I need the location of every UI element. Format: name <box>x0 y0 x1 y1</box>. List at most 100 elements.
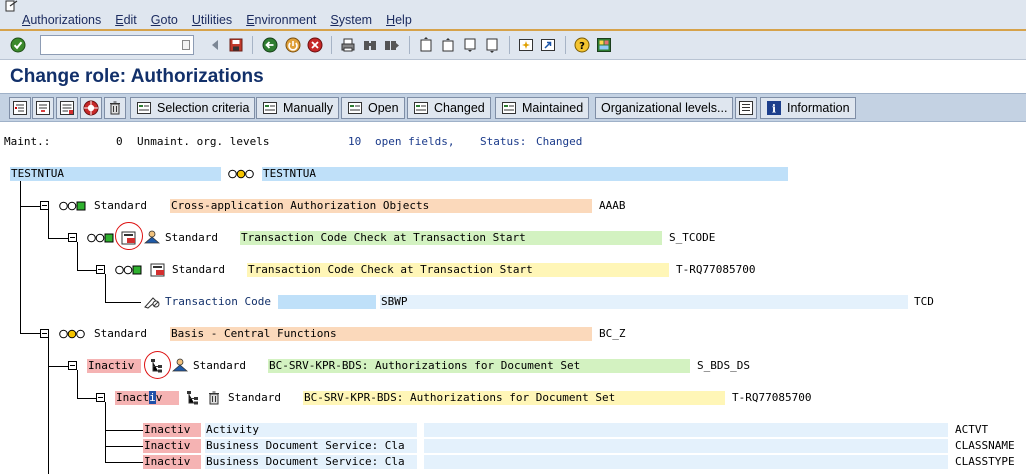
check-button[interactable] <box>56 97 78 119</box>
save-icon[interactable] <box>228 37 244 53</box>
field-value[interactable] <box>424 439 948 453</box>
inactive-status: Inactiv <box>87 359 141 373</box>
menu-utilities[interactable]: Utilities <box>192 13 232 27</box>
exit-icon[interactable] <box>285 37 301 53</box>
tree-line <box>105 402 106 462</box>
org-levels-label: Organizational levels... <box>601 101 728 115</box>
field-value[interactable] <box>424 455 948 469</box>
standard-toolbar: ? <box>0 31 1026 60</box>
next-page-icon[interactable] <box>462 37 478 53</box>
prev-page-icon[interactable] <box>440 37 456 53</box>
new-session-icon[interactable] <box>518 37 534 53</box>
open-label: Open <box>368 101 399 115</box>
field-code: CLASSTYPE <box>955 455 1015 468</box>
tree-line <box>20 206 40 207</box>
command-field[interactable] <box>40 35 194 55</box>
field-label: Business Document Service: Cla <box>205 455 417 469</box>
collapse-node-icon[interactable] <box>96 393 105 402</box>
maint-label: Maint.: <box>4 135 51 148</box>
highlight-circle <box>115 222 143 250</box>
traffic-light-icon <box>228 169 254 179</box>
menu-goto[interactable]: Goto <box>151 13 178 27</box>
collapse-node-icon[interactable] <box>96 265 105 274</box>
person-icon[interactable] <box>172 358 188 372</box>
sap-menu-icon[interactable] <box>5 0 19 12</box>
open-icon <box>348 102 362 114</box>
tree-line <box>20 333 40 334</box>
report-icon <box>60 101 74 115</box>
object-class-text: Basis - Central Functions <box>170 327 592 341</box>
find-next-icon[interactable] <box>384 37 400 53</box>
inactive-status: Inactiv <box>143 455 201 469</box>
toolbar-separator <box>409 36 410 54</box>
changed-button[interactable]: Changed <box>407 97 491 119</box>
print-icon[interactable] <box>340 37 356 53</box>
open-button[interactable]: Open <box>341 97 405 119</box>
maint-count: 0 <box>116 135 123 148</box>
collapse-node-icon[interactable] <box>40 329 49 338</box>
expand-all-button[interactable] <box>9 97 31 119</box>
legend-button[interactable] <box>735 97 757 119</box>
cancel-icon[interactable] <box>307 37 323 53</box>
maintained-button[interactable]: Maintained <box>495 97 590 119</box>
back-icon[interactable] <box>262 37 278 53</box>
back-nav-icon[interactable] <box>207 37 223 53</box>
inactive-status: Inactiv <box>143 423 201 437</box>
legend-icon <box>739 101 753 115</box>
collapse-node-icon[interactable] <box>68 361 77 370</box>
delete-button[interactable] <box>104 97 126 119</box>
role-name[interactable]: TESTNTUA <box>10 167 221 181</box>
tree-line <box>48 366 68 367</box>
selection-criteria-button[interactable]: Selection criteria <box>130 97 256 119</box>
layout-icon[interactable] <box>596 37 612 53</box>
field-label: Transaction Code <box>165 295 271 308</box>
enter-icon[interactable] <box>10 37 26 53</box>
first-page-icon[interactable] <box>418 37 434 53</box>
trash-icon[interactable] <box>207 390 221 405</box>
expand-tree-icon <box>13 101 27 115</box>
hierarchy-icon[interactable] <box>185 390 201 406</box>
collapse-node-icon[interactable] <box>40 201 49 210</box>
field-value[interactable]: SBWP <box>380 295 908 309</box>
manually-icon <box>263 102 277 114</box>
object-text: BC-SRV-KPR-BDS: Authorizations for Docum… <box>268 359 690 373</box>
maintenance-level: Standard <box>193 359 246 372</box>
shortcut-icon[interactable] <box>540 37 556 53</box>
changed-icon <box>414 102 428 114</box>
field-code: TCD <box>914 295 934 308</box>
org-levels-button[interactable]: Organizational levels... <box>595 97 734 119</box>
menu-authorizations[interactable]: Authorizations <box>22 13 101 27</box>
manually-button[interactable]: Manually <box>256 97 340 119</box>
find-icon[interactable] <box>362 37 378 53</box>
information-label: Information <box>787 101 850 115</box>
edit-field-icon[interactable] <box>143 295 161 309</box>
traffic-light-icon <box>87 233 114 243</box>
status-label: Status: <box>480 135 527 148</box>
maintenance-level: Standard <box>228 391 281 404</box>
information-button[interactable]: i Information <box>760 97 856 119</box>
tree-line <box>105 462 145 463</box>
last-page-icon[interactable] <box>484 37 500 53</box>
generate-button[interactable] <box>80 97 102 119</box>
menu-edit[interactable]: Edit <box>115 13 137 27</box>
command-history-icon[interactable] <box>182 40 190 50</box>
menu-help[interactable]: Help <box>386 13 412 27</box>
tree-line <box>20 181 21 333</box>
application-toolbar: Selection criteria Manually Open Changed <box>0 93 1026 122</box>
menu-environment[interactable]: Environment <box>246 13 316 27</box>
help-icon[interactable]: ? <box>574 37 590 53</box>
menu-bar: Authorizations Edit Goto Utilities Envir… <box>0 0 1026 31</box>
field-spacer <box>278 295 376 309</box>
field-value[interactable] <box>424 423 948 437</box>
object-code: S_TCODE <box>669 231 716 244</box>
maintain-values-icon[interactable] <box>150 263 166 277</box>
person-icon[interactable] <box>144 230 160 244</box>
collapse-node-icon[interactable] <box>68 233 77 242</box>
menu-system[interactable]: System <box>330 13 372 27</box>
collapse-all-button[interactable] <box>32 97 54 119</box>
authorization-text: Transaction Code Check at Transaction St… <box>247 263 669 277</box>
inactive-status: Inactiv <box>115 391 179 405</box>
generate-icon <box>83 100 99 116</box>
object-code: S_BDS_DS <box>697 359 750 372</box>
toolbar-separator <box>331 36 332 54</box>
